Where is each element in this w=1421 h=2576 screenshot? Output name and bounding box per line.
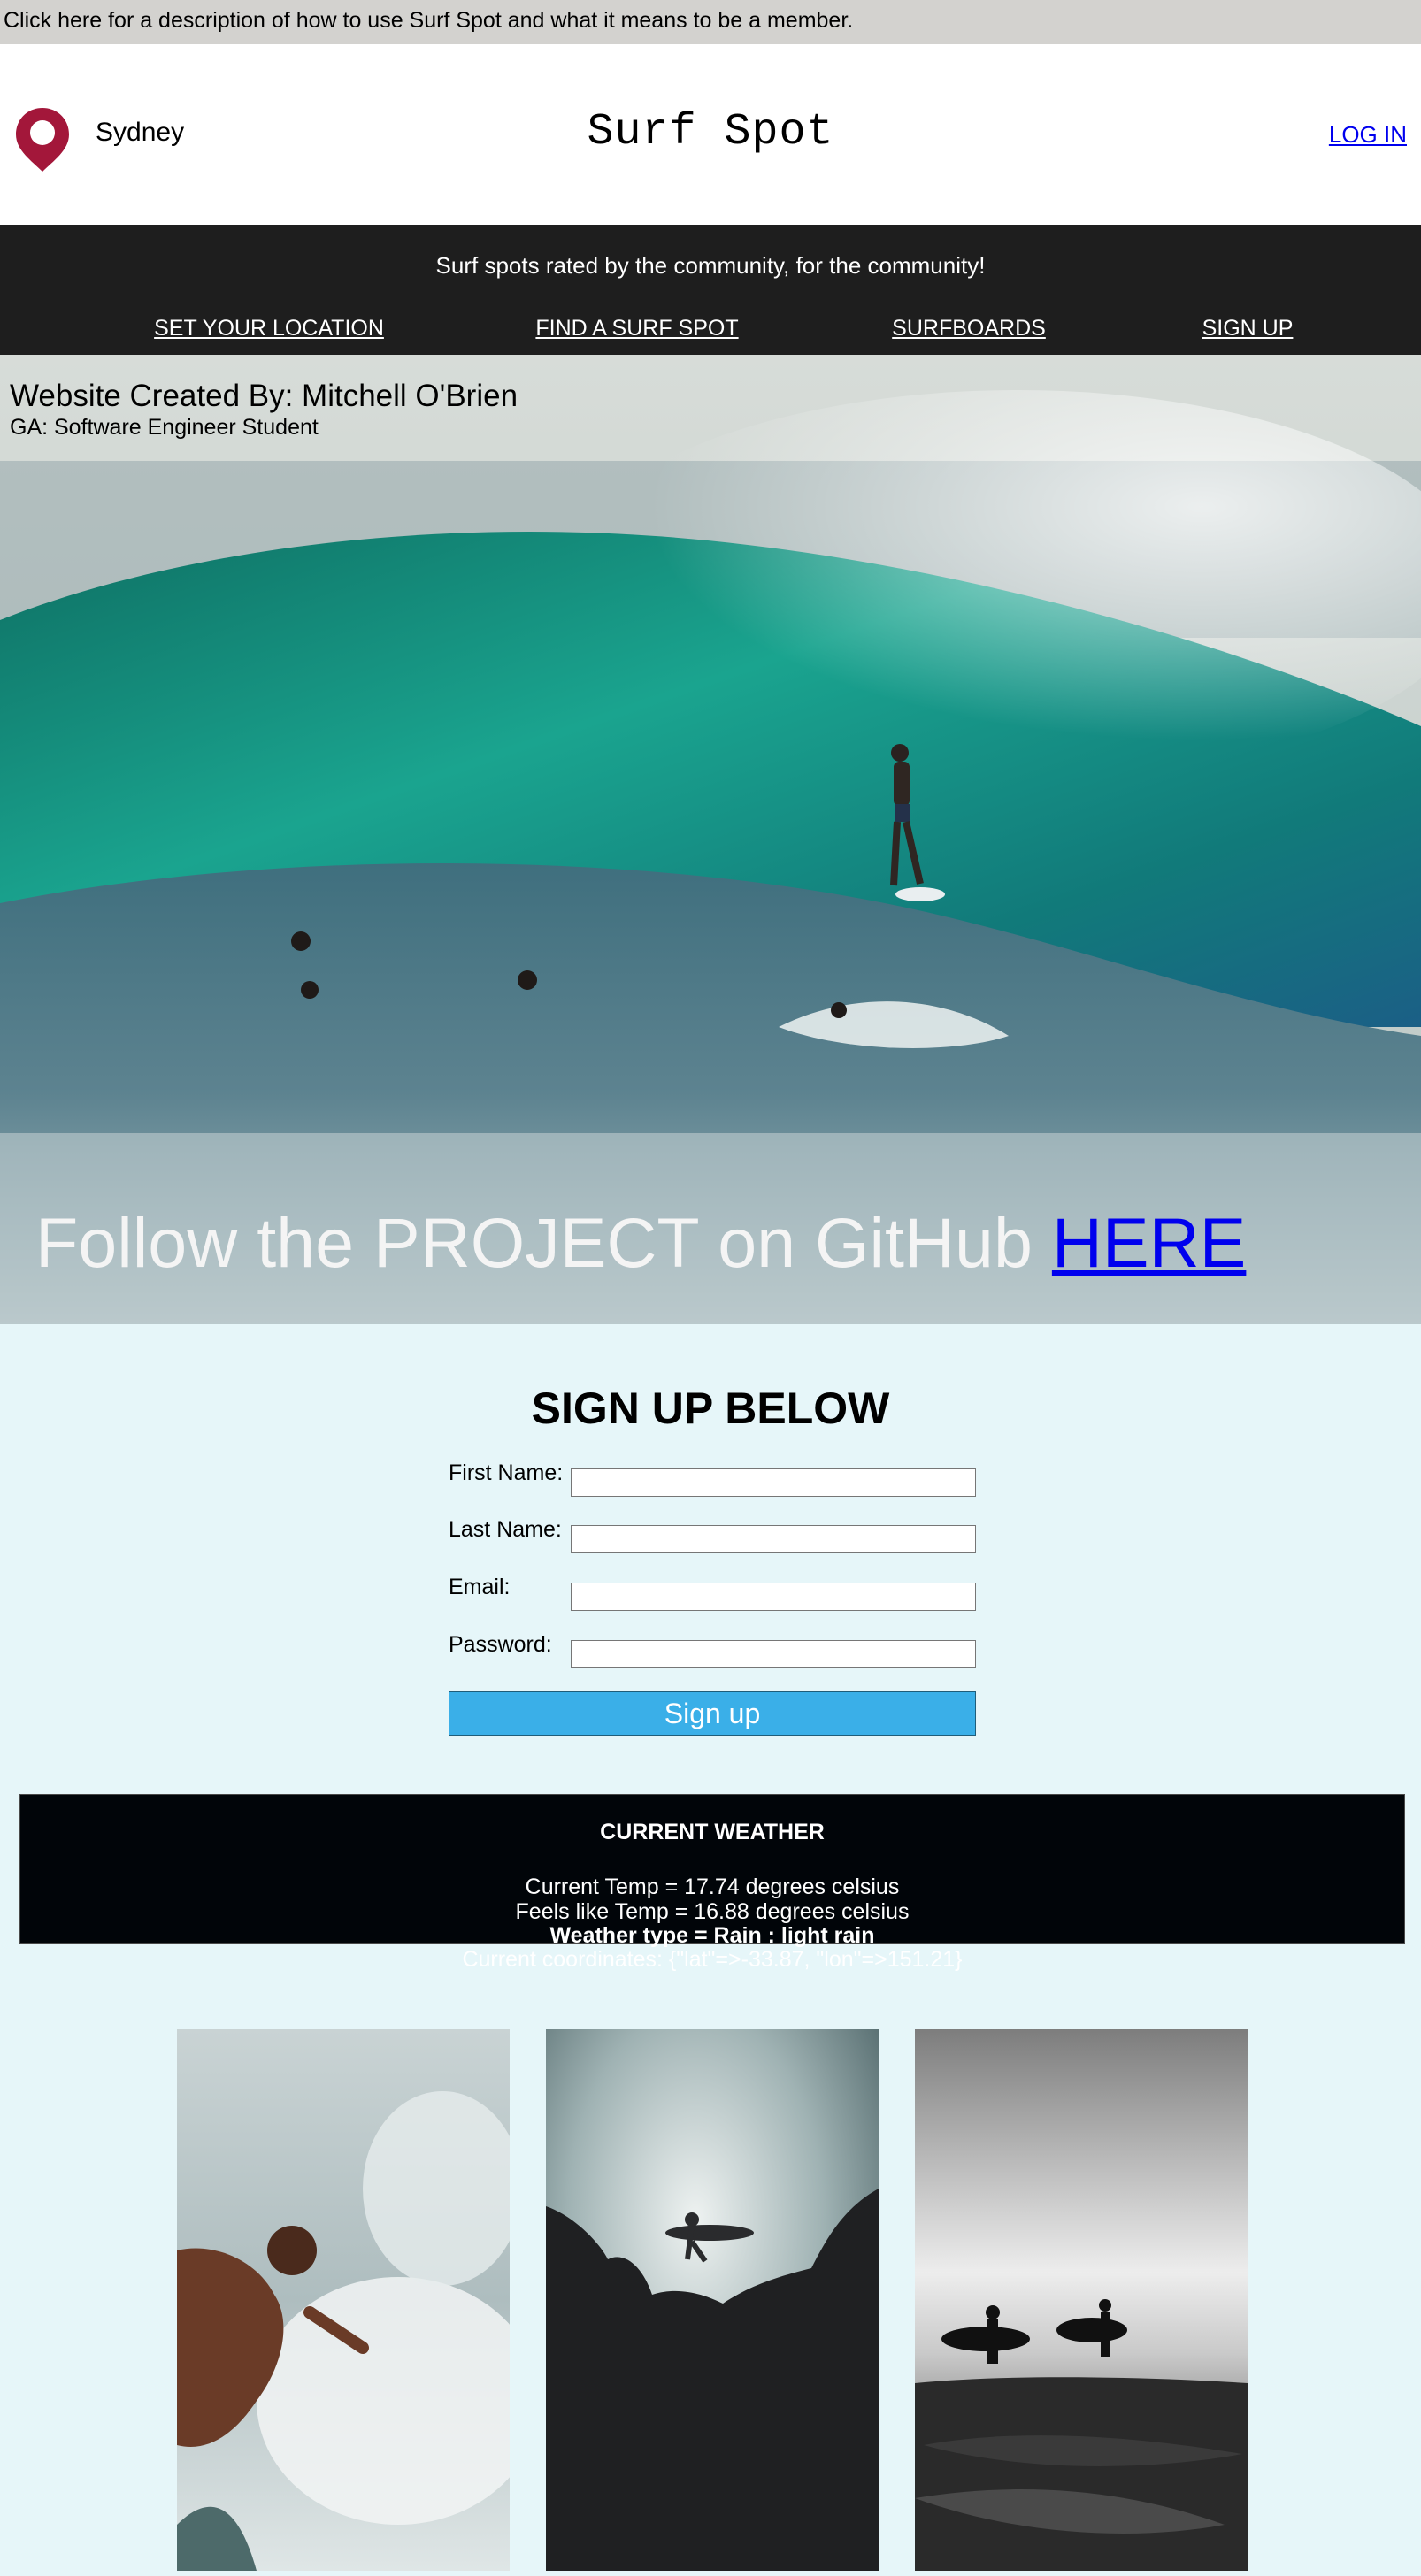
gallery-photo-cliff-jumper: [546, 2029, 879, 2571]
email-label: Email:: [449, 1575, 511, 1599]
signup-button[interactable]: Sign up: [449, 1691, 976, 1736]
hero-banner: Website Created By: Mitchell O'Brien GA:…: [0, 355, 1421, 1324]
weather-title: CURRENT WEATHER: [600, 1820, 825, 1844]
site-tagline: Surf spots rated by the community, for t…: [435, 252, 986, 279]
nav-find-surf-spot[interactable]: FIND A SURF SPOT: [535, 313, 738, 343]
github-link[interactable]: HERE: [1052, 1203, 1247, 1282]
last-name-input[interactable]: [571, 1525, 976, 1553]
github-prefix: Follow the PROJECT on GitHub: [35, 1203, 1033, 1282]
weather-type: Weather type = Rain : light rain: [549, 1923, 875, 1948]
info-banner[interactable]: Click here for a description of how to u…: [0, 0, 1421, 44]
last-name-label: Last Name:: [449, 1517, 562, 1542]
signup-heading: SIGN UP BELOW: [531, 1384, 890, 1433]
weather-feels-like: Feels like Temp = 16.88 degrees celsius: [515, 1899, 910, 1924]
password-input[interactable]: [571, 1640, 976, 1668]
github-callout: Follow the PROJECT on GitHub HERE: [35, 1200, 1246, 1285]
weather-coordinates: Current coordinates: {"lat"=>-33.87, "lo…: [462, 1947, 963, 1972]
nav-set-location[interactable]: SET YOUR LOCATION: [154, 313, 384, 343]
first-name-label: First Name:: [449, 1460, 564, 1485]
password-label: Password:: [449, 1632, 552, 1657]
gallery-photo-beach-boards: [915, 2029, 1248, 2571]
weather-current-temp: Current Temp = 17.74 degrees celsius: [525, 1874, 900, 1899]
first-name-input[interactable]: [571, 1468, 976, 1497]
site-title: Surf Spot: [587, 107, 834, 157]
hero-wave-photo: [0, 355, 1421, 1324]
gallery-photo-surfer-spray: [177, 2029, 510, 2571]
nav-sign-up[interactable]: SIGN UP: [1202, 313, 1294, 343]
login-link[interactable]: LOG IN: [1329, 119, 1407, 150]
nav-surfboards[interactable]: SURFBOARDS: [892, 313, 1046, 343]
creator-role: GA: Software Engineer Student: [10, 415, 319, 440]
site-header: Sydney Surf Spot LOG IN: [0, 44, 1421, 225]
creator-credit: Website Created By: Mitchell O'Brien: [10, 379, 518, 413]
email-input[interactable]: [571, 1583, 976, 1611]
weather-panel: CURRENT WEATHER Current Temp = 17.74 deg…: [19, 1794, 1405, 1972]
